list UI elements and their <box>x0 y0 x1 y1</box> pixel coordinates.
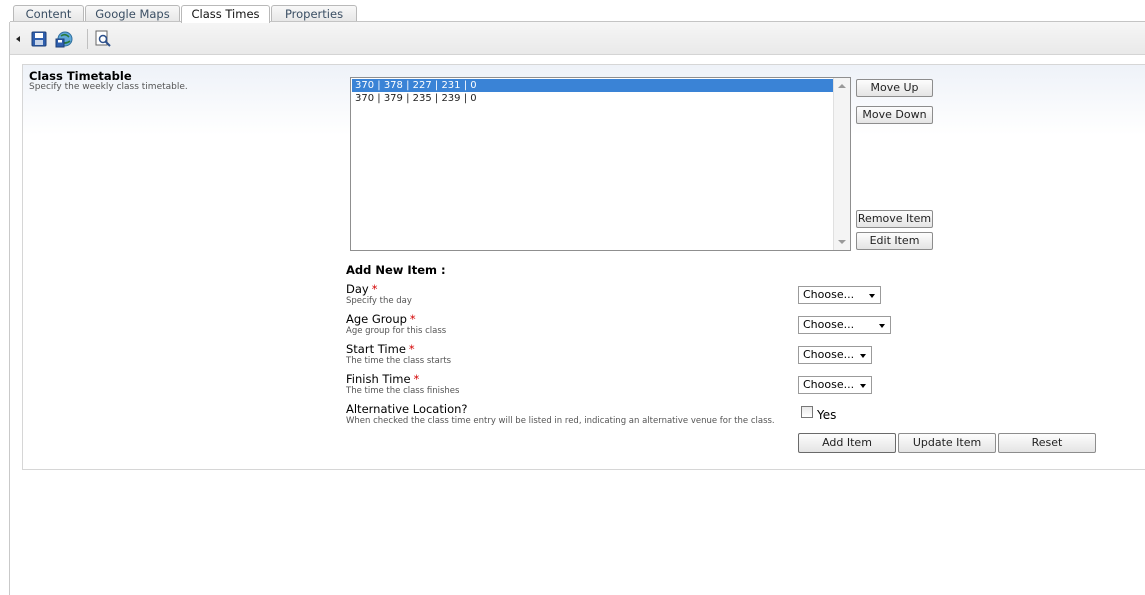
start-time-hint: The time the class starts <box>346 356 452 366</box>
left-border <box>9 22 10 595</box>
preview-icon[interactable] <box>94 30 112 48</box>
day-label: Day * <box>346 282 378 296</box>
required-marker: * <box>409 312 416 326</box>
alternative-location-checkbox[interactable] <box>801 406 813 418</box>
list-item[interactable]: 370 | 379 | 235 | 239 | 0 <box>352 92 833 105</box>
start-time-label: Start Time * <box>346 342 415 356</box>
dropdown-arrow-icon <box>860 384 866 388</box>
finish-time-hint: The time the class finishes <box>346 386 460 396</box>
add-new-item-heading: Add New Item : <box>346 263 446 277</box>
tab-class-times[interactable]: Class Times <box>181 5 270 23</box>
dropdown-arrow-icon <box>860 354 866 358</box>
finish-time-select[interactable]: Choose... <box>798 376 872 394</box>
move-down-button[interactable]: Move Down <box>856 106 933 124</box>
tab-properties[interactable]: Properties <box>271 5 357 22</box>
toolbar-separator <box>87 29 88 49</box>
list-scrollbar[interactable] <box>833 78 850 250</box>
save-icon[interactable] <box>30 30 48 48</box>
required-marker: * <box>371 282 378 296</box>
alternative-location-hint: When checked the class time entry will b… <box>346 416 775 426</box>
dropdown-arrow-icon <box>879 324 885 328</box>
list-item[interactable]: 370 | 378 | 227 | 231 | 0 <box>352 79 833 92</box>
collapse-arrow-icon[interactable] <box>16 36 20 42</box>
day-hint: Specify the day <box>346 296 412 306</box>
scroll-down-arrow-icon[interactable] <box>838 240 846 244</box>
required-marker: * <box>408 342 415 356</box>
alternative-location-yes-label[interactable]: Yes <box>817 408 836 422</box>
age-group-select[interactable]: Choose... <box>798 316 891 334</box>
scroll-up-arrow-icon[interactable] <box>838 84 846 88</box>
start-time-select[interactable]: Choose... <box>798 346 872 364</box>
save-and-publish-icon[interactable] <box>55 30 73 48</box>
age-group-label: Age Group * <box>346 312 416 326</box>
reset-button[interactable]: Reset <box>998 433 1096 453</box>
section-description: Specify the weekly class timetable. <box>29 82 188 92</box>
dropdown-arrow-icon <box>869 294 875 298</box>
section-title: Class Timetable <box>29 69 132 83</box>
class-timetable-panel: Class Timetable Specify the weekly class… <box>22 64 1145 470</box>
tab-content[interactable]: Content <box>13 5 84 22</box>
day-select[interactable]: Choose... <box>798 286 881 304</box>
alternative-location-label: Alternative Location? <box>346 402 468 416</box>
tab-google-maps[interactable]: Google Maps <box>85 5 180 22</box>
move-up-button[interactable]: Move Up <box>856 79 933 97</box>
edit-item-button[interactable]: Edit Item <box>856 232 933 250</box>
required-marker: * <box>413 372 420 386</box>
timetable-listbox[interactable]: 370 | 378 | 227 | 231 | 0 370 | 379 | 23… <box>350 77 851 251</box>
update-item-button[interactable]: Update Item <box>898 433 996 453</box>
toolbar <box>10 21 1145 55</box>
remove-item-button[interactable]: Remove Item <box>856 210 933 228</box>
age-group-hint: Age group for this class <box>346 326 447 336</box>
finish-time-label: Finish Time * <box>346 372 420 386</box>
add-item-button[interactable]: Add Item <box>798 433 896 453</box>
